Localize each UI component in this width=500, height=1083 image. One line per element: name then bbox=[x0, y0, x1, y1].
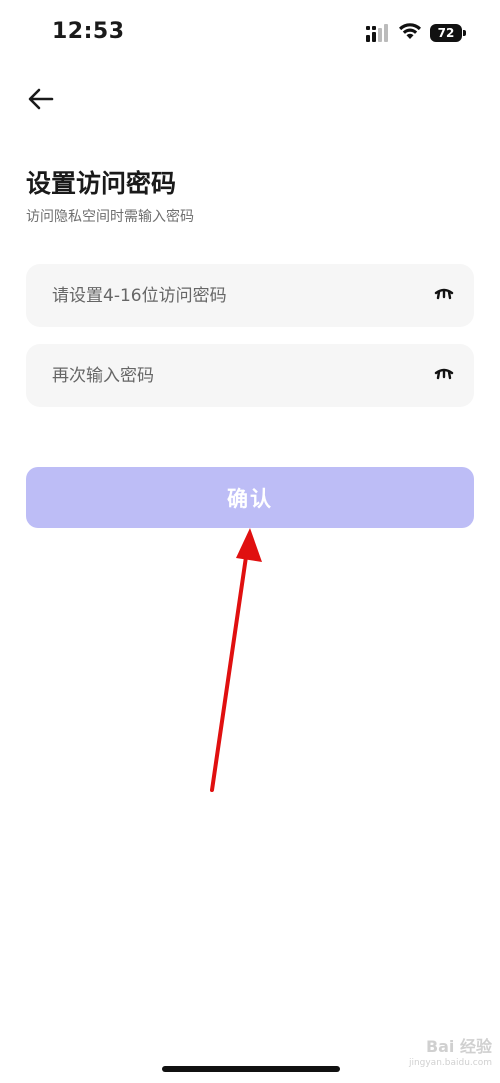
wifi-icon bbox=[399, 23, 421, 39]
battery-level: 72 bbox=[430, 24, 462, 42]
battery-icon: 72 bbox=[430, 24, 466, 42]
home-indicator[interactable] bbox=[162, 1066, 340, 1072]
confirm-password-field-container bbox=[26, 344, 474, 407]
page-title: 设置访问密码 bbox=[26, 169, 177, 198]
password-input[interactable] bbox=[26, 264, 416, 327]
eye-closed-icon[interactable] bbox=[434, 366, 454, 384]
confirm-button[interactable]: 确认 bbox=[26, 467, 474, 528]
confirm-password-input[interactable] bbox=[26, 344, 416, 407]
annotation-arrow bbox=[210, 528, 262, 792]
watermark-sub: jingyan.baidu.com bbox=[408, 1058, 492, 1068]
password-field-container bbox=[26, 264, 474, 327]
signal-icon bbox=[366, 24, 388, 42]
battery-tip bbox=[463, 30, 466, 36]
status-bar: 12:53 72 bbox=[0, 0, 500, 64]
page-subtitle: 访问隐私空间时需输入密码 bbox=[26, 209, 194, 225]
arrow-left-icon[interactable] bbox=[26, 84, 56, 114]
status-time: 12:53 bbox=[52, 19, 125, 44]
watermark-text: Bai 经验 bbox=[425, 1037, 492, 1056]
eye-closed-icon[interactable] bbox=[434, 286, 454, 304]
watermark: Bai 经验 jingyan.baidu.com bbox=[409, 1039, 492, 1071]
